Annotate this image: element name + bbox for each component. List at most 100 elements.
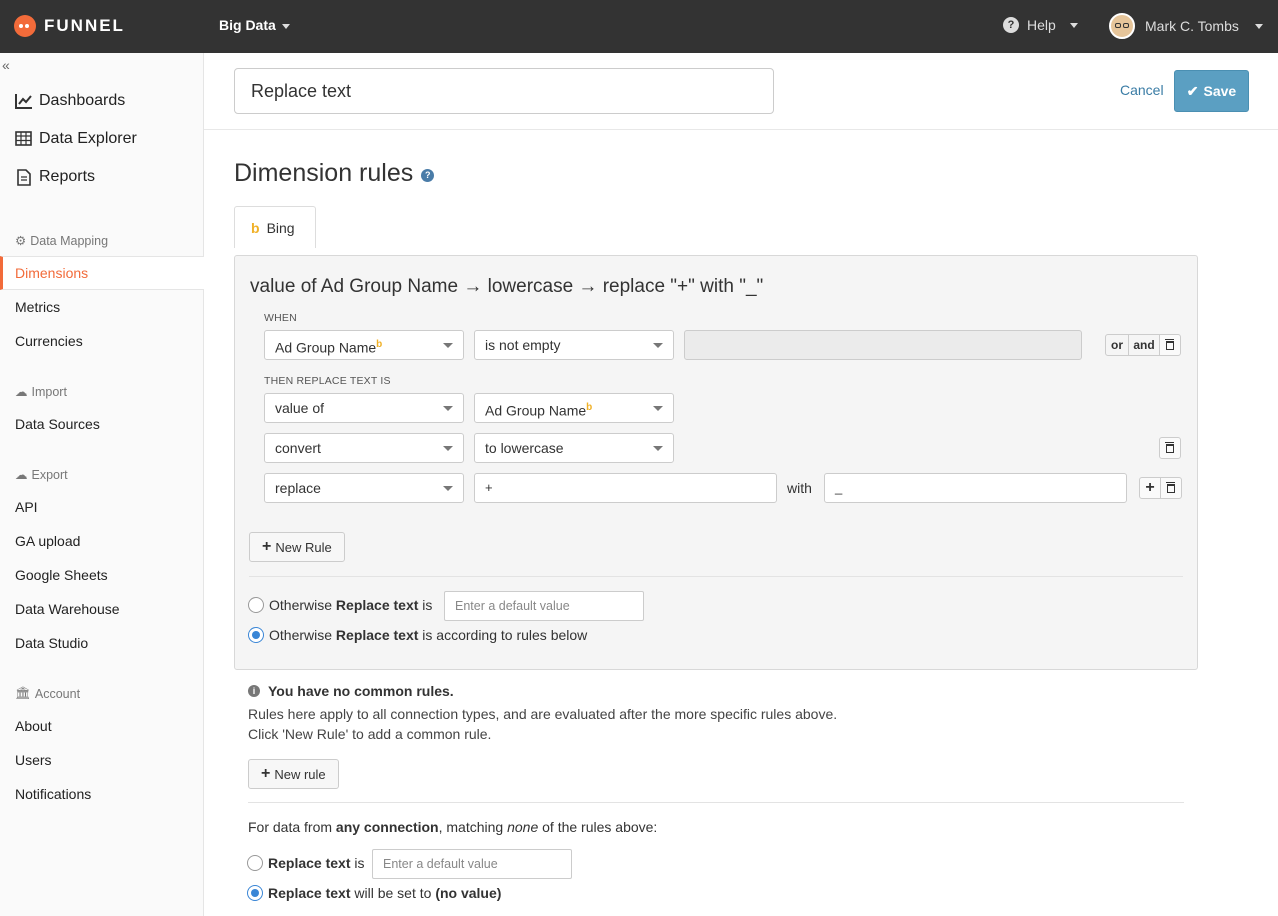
dimension-name-input[interactable]: Replace text <box>234 68 774 114</box>
plus-icon: + <box>262 538 272 555</box>
default-value-input[interactable]: Enter a default value <box>444 591 644 621</box>
trash-icon <box>1166 481 1175 493</box>
delete-action2-button[interactable] <box>1159 437 1181 459</box>
chevron-down-icon <box>443 486 453 491</box>
chevron-down-icon <box>443 446 453 451</box>
condition-value-input <box>684 330 1082 360</box>
radio-button[interactable] <box>248 597 264 613</box>
action3-select[interactable]: replace <box>264 473 464 503</box>
section-account: 🏛 Account <box>15 686 81 701</box>
save-button[interactable]: ✔ Save <box>1174 70 1249 112</box>
delete-condition-button[interactable] <box>1159 334 1181 356</box>
fallback-default-option[interactable]: Replace text is <box>247 855 364 871</box>
fallback-no-value-label: Replace text will be set to (no value) <box>268 885 502 901</box>
condition-operator-select[interactable]: is not empty <box>474 330 674 360</box>
info-icon: i <box>248 685 260 697</box>
avatar <box>1109 13 1135 39</box>
sidebar-item-api[interactable]: API <box>15 499 38 515</box>
collapse-sidebar-icon[interactable]: « <box>2 57 10 73</box>
rule-panel: value of Ad Group Name → lowercase → rep… <box>234 255 1198 670</box>
otherwise-rules-label: Otherwise Replace text is according to r… <box>269 627 588 643</box>
add-action-button[interactable]: + <box>1139 477 1161 499</box>
trash-icon <box>1165 338 1174 350</box>
or-button[interactable]: or <box>1105 334 1129 356</box>
fallback-description: For data from any connection, matching n… <box>248 819 658 835</box>
sidebar-item-metrics[interactable]: Metrics <box>15 299 60 315</box>
chevron-down-icon <box>443 406 453 411</box>
user-menu[interactable]: Mark C. Tombs <box>1109 13 1263 39</box>
action2-select[interactable]: convert <box>264 433 464 463</box>
sidebar-item-google-sheets[interactable]: Google Sheets <box>15 567 108 583</box>
chevron-down-icon <box>281 23 290 29</box>
new-rule-button[interactable]: + New Rule <box>249 532 345 562</box>
user-name: Mark C. Tombs <box>1145 18 1239 34</box>
section-export: ☁ Export <box>15 467 68 483</box>
sidebar-item-reports[interactable]: Reports <box>15 168 95 186</box>
section-import: ☁ Import <box>15 384 67 400</box>
otherwise-default-label: Otherwise Replace text is <box>269 597 433 613</box>
radio-button[interactable] <box>247 855 263 871</box>
sidebar-item-data-explorer[interactable]: Data Explorer <box>15 130 137 148</box>
sidebar-item-currencies[interactable]: Currencies <box>15 333 83 349</box>
common-rules-heading: i You have no common rules. <box>248 683 454 699</box>
plus-icon: + <box>261 765 271 782</box>
help-label: Help <box>1027 17 1056 33</box>
chevron-down-icon <box>653 446 663 451</box>
rule-summary[interactable]: value of Ad Group Name → lowercase → rep… <box>250 276 763 298</box>
chevron-down-icon <box>443 343 453 348</box>
then-label: THEN REPLACE TEXT IS <box>264 375 391 387</box>
sidebar: « Dashboards Data Explorer Reports ⚙ Data… <box>0 53 204 916</box>
funnel-logo[interactable]: FUNNEL <box>14 15 125 37</box>
cancel-button[interactable]: Cancel <box>1120 82 1164 98</box>
action1-select[interactable]: value of <box>264 393 464 423</box>
otherwise-rules-option[interactable]: Otherwise Replace text is according to r… <box>248 627 587 643</box>
chevron-down-icon <box>653 343 663 348</box>
help-menu[interactable]: ? Help <box>1003 17 1078 33</box>
fallback-default-input[interactable]: Enter a default value <box>372 849 572 879</box>
delete-action3-button[interactable] <box>1160 477 1182 499</box>
sidebar-item-notifications[interactable]: Notifications <box>15 786 91 802</box>
brand-name: FUNNEL <box>44 16 125 35</box>
sidebar-item-data-sources[interactable]: Data Sources <box>15 416 100 432</box>
panel-divider <box>249 576 1183 577</box>
fallback-no-value-option[interactable]: Replace text will be set to (no value) <box>247 885 501 901</box>
sidebar-item-dimensions[interactable]: Dimensions <box>0 256 204 290</box>
table-icon <box>15 131 32 146</box>
common-rules-note-2: Click 'New Rule' to add a common rule. <box>248 726 492 742</box>
chevron-down-icon <box>1254 23 1263 29</box>
workspace-label: Big Data <box>219 17 276 33</box>
main-content: Replace text Cancel ✔ Save Dimension rule… <box>204 53 1278 916</box>
trash-icon <box>1165 441 1174 453</box>
workspace-dropdown[interactable]: Big Data <box>219 17 290 33</box>
line-chart-icon <box>15 94 32 109</box>
sidebar-item-about[interactable]: About <box>15 718 52 734</box>
bing-icon: b <box>251 219 260 236</box>
sidebar-item-users[interactable]: Users <box>15 752 52 768</box>
action1-field-select[interactable]: Ad Group Nameb <box>474 393 674 423</box>
condition-field-select[interactable]: Ad Group Nameb <box>264 330 464 360</box>
replace-with-input[interactable]: _ <box>824 473 1127 503</box>
sidebar-item-dashboards[interactable]: Dashboards <box>15 92 125 110</box>
funnel-logo-icon <box>14 15 36 37</box>
gear-icon: ⚙ <box>15 234 27 248</box>
sidebar-item-data-studio[interactable]: Data Studio <box>15 635 88 651</box>
chevron-down-icon <box>1069 22 1078 28</box>
top-bar: FUNNEL Big Data ? Help Mark C. Tombs <box>0 0 1278 53</box>
header-divider <box>204 129 1278 130</box>
sidebar-item-ga-upload[interactable]: GA upload <box>15 533 80 549</box>
section-divider <box>248 802 1184 803</box>
plus-icon: + <box>1145 479 1155 496</box>
bing-icon: b <box>376 339 383 350</box>
otherwise-default-option[interactable]: Otherwise Replace text is <box>248 597 432 613</box>
help-icon[interactable]: ? <box>421 169 435 182</box>
replace-find-input[interactable]: + <box>474 473 777 503</box>
common-rules-note-1: Rules here apply to all connection types… <box>248 706 838 722</box>
new-common-rule-button[interactable]: + New rule <box>248 759 339 789</box>
action2-value-select[interactable]: to lowercase <box>474 433 674 463</box>
tab-bing[interactable]: b Bing <box>234 206 316 248</box>
sidebar-item-data-warehouse[interactable]: Data Warehouse <box>15 601 120 617</box>
and-button[interactable]: and <box>1128 334 1160 356</box>
radio-button-selected[interactable] <box>247 885 263 901</box>
radio-button-selected[interactable] <box>248 627 264 643</box>
when-label: WHEN <box>264 312 297 324</box>
